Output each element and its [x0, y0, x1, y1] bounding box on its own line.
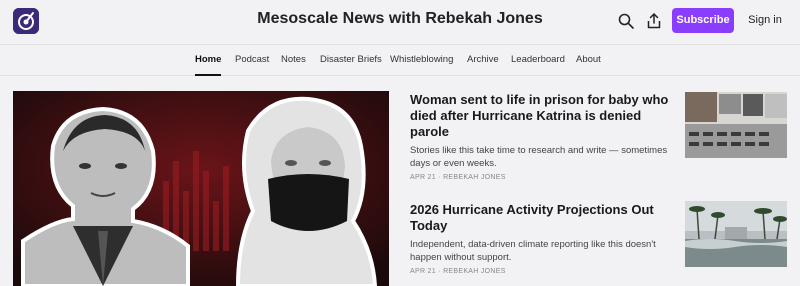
subscribe-button[interactable]: Subscribe: [672, 8, 734, 33]
nav-item-about[interactable]: About: [576, 54, 601, 65]
post-thumbnail[interactable]: [685, 92, 787, 158]
post-title[interactable]: 2026 Hurricane Activity Projections Out …: [410, 202, 670, 234]
post-subtitle: Stories like this take time to research …: [410, 145, 668, 169]
nav-item-leaderboard[interactable]: Leaderboard: [511, 54, 565, 65]
post-preview[interactable]: 2026 Hurricane Activity Projections Out …: [410, 202, 670, 275]
share-icon[interactable]: [645, 12, 663, 30]
post-thumbnail[interactable]: [685, 201, 787, 267]
post-meta: APR 21 · REBEKAH JONES: [410, 268, 506, 275]
nav-item-archive[interactable]: Archive: [467, 54, 499, 65]
sign-in-button[interactable]: Sign in: [745, 8, 785, 33]
post-author[interactable]: REBEKAH JONES: [443, 268, 506, 275]
post-preview[interactable]: Woman sent to life in prison for baby wh…: [410, 92, 670, 181]
nav-item-podcast[interactable]: Podcast: [235, 54, 269, 65]
post-subtitle: Independent, data-driven climate reporti…: [410, 239, 656, 263]
nav-item-home[interactable]: Home: [195, 54, 221, 65]
post-author[interactable]: REBEKAH JONES: [443, 174, 506, 181]
main-nav: Home Podcast Notes Disaster Briefs Whist…: [0, 44, 800, 76]
active-tab-indicator: [195, 74, 221, 76]
nav-item-notes[interactable]: Notes: [281, 54, 306, 65]
post-date: APR 21: [410, 268, 436, 275]
site-header: Mesoscale News with Rebekah Jones Subscr…: [0, 0, 800, 44]
post-title[interactable]: Woman sent to life in prison for baby wh…: [410, 92, 670, 140]
search-icon[interactable]: [617, 12, 635, 30]
post-meta: APR 21 · REBEKAH JONES: [410, 174, 506, 181]
post-date: APR 21: [410, 174, 436, 181]
nav-item-whistleblowing[interactable]: Whistleblowing: [390, 54, 453, 65]
nav-item-disaster-briefs[interactable]: Disaster Briefs: [320, 54, 382, 65]
featured-post-image[interactable]: [13, 91, 389, 286]
